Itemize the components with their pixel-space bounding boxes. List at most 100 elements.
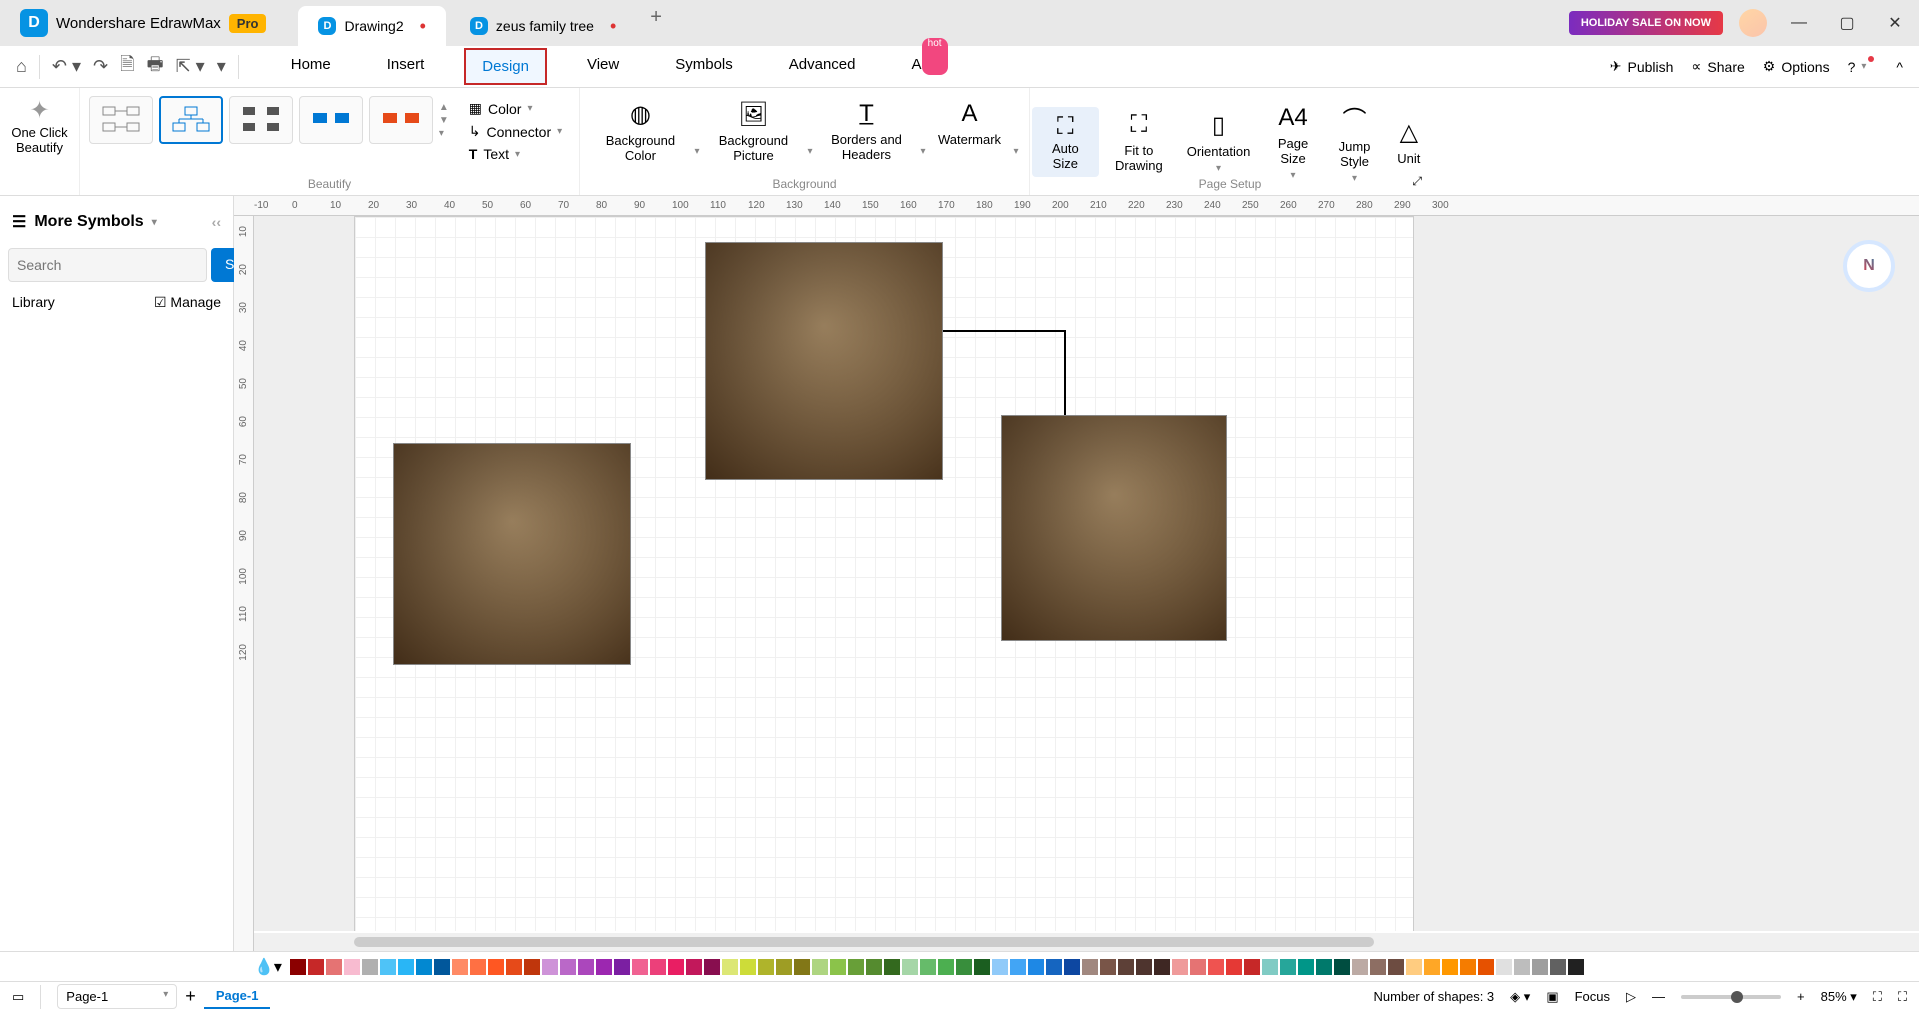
color-swatch[interactable] <box>830 959 846 975</box>
redo-button[interactable]: ↷ <box>93 56 108 77</box>
menu-design[interactable]: Design <box>464 48 547 85</box>
page-dropdown[interactable]: Page-1▾ <box>57 984 177 1009</box>
color-swatch[interactable] <box>776 959 792 975</box>
color-swatch[interactable] <box>344 959 360 975</box>
color-swatch[interactable] <box>380 959 396 975</box>
play-button[interactable]: ▷ <box>1626 989 1636 1005</box>
theme-thumb-5[interactable] <box>369 96 433 144</box>
color-swatch[interactable] <box>632 959 648 975</box>
tab-add-button[interactable]: + <box>640 0 672 46</box>
color-swatch[interactable] <box>1298 959 1314 975</box>
color-swatch[interactable] <box>1190 959 1206 975</box>
connector-line[interactable] <box>943 330 1066 415</box>
more-button[interactable]: ▾ <box>217 56 226 77</box>
color-swatch[interactable] <box>1208 959 1224 975</box>
image-goddess-right[interactable] <box>1001 415 1227 641</box>
zoom-slider[interactable] <box>1681 995 1781 999</box>
image-zeus[interactable] <box>705 242 943 480</box>
theme-thumb-2[interactable] <box>159 96 223 144</box>
fit-button[interactable]: ⛶Fit to Drawing <box>1107 107 1171 177</box>
color-swatch[interactable] <box>1100 959 1116 975</box>
text-dropdown[interactable]: TText ▾ <box>469 146 562 162</box>
color-swatch[interactable] <box>326 959 342 975</box>
color-swatch[interactable] <box>1334 959 1350 975</box>
horizontal-scrollbar[interactable] <box>254 933 1919 951</box>
color-swatch[interactable] <box>1568 959 1584 975</box>
color-dropdown[interactable]: ▦Color ▾ <box>469 100 562 117</box>
color-swatch[interactable] <box>1496 959 1512 975</box>
help-button[interactable]: ?▾ <box>1848 59 1879 75</box>
watermark-button[interactable]: AWatermark <box>930 96 1010 167</box>
zoom-out-button[interactable]: — <box>1652 989 1665 1004</box>
bg-color-button[interactable]: ◍Background Color <box>590 96 690 167</box>
menu-advanced[interactable]: Advanced <box>773 48 872 85</box>
color-swatch[interactable] <box>1442 959 1458 975</box>
color-swatch[interactable] <box>704 959 720 975</box>
color-swatch[interactable] <box>1172 959 1188 975</box>
options-button[interactable]: ⚙Options <box>1763 58 1830 75</box>
color-swatch[interactable] <box>1514 959 1530 975</box>
orientation-button[interactable]: ▯Orientation▾ <box>1179 107 1259 178</box>
color-swatch[interactable] <box>1118 959 1134 975</box>
color-swatch[interactable] <box>992 959 1008 975</box>
color-swatch[interactable] <box>1244 959 1260 975</box>
tab-dirty-icon[interactable]: • <box>420 16 426 37</box>
color-swatch[interactable] <box>1226 959 1242 975</box>
scrollbar-thumb[interactable] <box>354 937 1374 947</box>
tab-drawing2[interactable]: D Drawing2 • <box>298 6 445 46</box>
color-swatch[interactable] <box>812 959 828 975</box>
search-input[interactable] <box>8 248 207 282</box>
menu-insert[interactable]: Insert <box>371 48 441 85</box>
color-swatch[interactable] <box>362 959 378 975</box>
menu-ai-wrap[interactable]: AI hot <box>895 48 955 85</box>
color-swatch[interactable] <box>794 959 810 975</box>
color-swatch[interactable] <box>848 959 864 975</box>
page[interactable] <box>354 216 1414 931</box>
color-swatch[interactable] <box>1046 959 1062 975</box>
color-swatch[interactable] <box>1478 959 1494 975</box>
tab-dirty-icon[interactable]: • <box>610 16 616 37</box>
color-swatch[interactable] <box>650 959 666 975</box>
unit-button[interactable]: △Unit <box>1389 114 1428 170</box>
color-swatch[interactable] <box>1424 959 1440 975</box>
close-button[interactable]: ✕ <box>1879 7 1911 39</box>
tab-zeus[interactable]: D zeus family tree • <box>450 6 636 46</box>
collapse-ribbon-icon[interactable]: ^ <box>1896 59 1903 75</box>
publish-button[interactable]: ✈Publish <box>1610 58 1674 75</box>
theme-thumb-4[interactable] <box>299 96 363 144</box>
color-swatch[interactable] <box>416 959 432 975</box>
color-swatch[interactable] <box>1532 959 1548 975</box>
holiday-banner[interactable]: HOLIDAY SALE ON NOW <box>1569 11 1723 35</box>
color-swatch[interactable] <box>740 959 756 975</box>
color-swatch[interactable] <box>1370 959 1386 975</box>
color-swatch[interactable] <box>686 959 702 975</box>
theme-thumb-3[interactable] <box>229 96 293 144</box>
color-swatch[interactable] <box>1154 959 1170 975</box>
color-swatch[interactable] <box>866 959 882 975</box>
color-swatch[interactable] <box>920 959 936 975</box>
color-swatch[interactable] <box>1352 959 1368 975</box>
share-button[interactable]: ∝Share <box>1691 58 1744 75</box>
color-swatch[interactable] <box>470 959 486 975</box>
export-button[interactable]: ⇱ ▾ <box>176 56 205 77</box>
color-swatch[interactable] <box>596 959 612 975</box>
expand-icon[interactable]: ⤢ <box>1412 174 1422 189</box>
canvas[interactable] <box>254 216 1919 931</box>
presentation-button[interactable]: ▣ <box>1546 989 1558 1005</box>
color-swatch[interactable] <box>1082 959 1098 975</box>
color-swatch[interactable] <box>1028 959 1044 975</box>
menu-view[interactable]: View <box>571 48 635 85</box>
color-swatch[interactable] <box>434 959 450 975</box>
color-swatch[interactable] <box>974 959 990 975</box>
home-icon[interactable]: ⌂ <box>16 56 27 77</box>
menu-home[interactable]: Home <box>275 48 347 85</box>
color-swatch[interactable] <box>542 959 558 975</box>
jump-style-button[interactable]: ⌒Jump Style▾ <box>1328 96 1381 188</box>
connector-dropdown[interactable]: ↳Connector ▾ <box>469 123 562 140</box>
color-swatch[interactable] <box>398 959 414 975</box>
borders-button[interactable]: T̲Borders and Headers <box>817 96 917 167</box>
layers-button[interactable]: ◈ ▾ <box>1510 989 1530 1005</box>
add-page-button[interactable]: + <box>185 986 196 1007</box>
color-swatch[interactable] <box>668 959 684 975</box>
color-swatch[interactable] <box>722 959 738 975</box>
